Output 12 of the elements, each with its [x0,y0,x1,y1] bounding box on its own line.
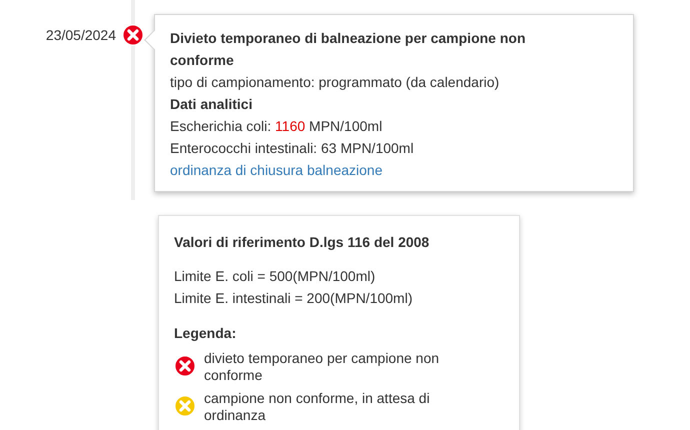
limit-text: Limite E. intestinali = 200(MPN/100ml) [174,289,414,308]
ordinance-link[interactable]: ordinanza di chiusura balneazione [170,162,382,178]
reference-title: Valori di riferimento D.lgs 116 del 2008 [174,233,430,252]
legend-title: Legenda: [174,324,238,343]
section-title: Dati analitici [170,95,254,114]
sampling-type: tipo di campionamento: programmato (da calendario) [170,73,500,92]
event-date: 23/05/2024 [46,26,116,45]
measurement: Enterococchi intestinali: 63 MPN/100ml [170,139,415,158]
legend-text: campione non conforme, in attesa di ordinanza [204,390,431,424]
limit-text: Limite E. coli = 500(MPN/100ml) [174,267,376,286]
measurement: Escherichia coli: 1160 MPN/100ml [170,117,384,136]
legend-text: divieto temporaneo per campione non conforme [204,350,440,384]
